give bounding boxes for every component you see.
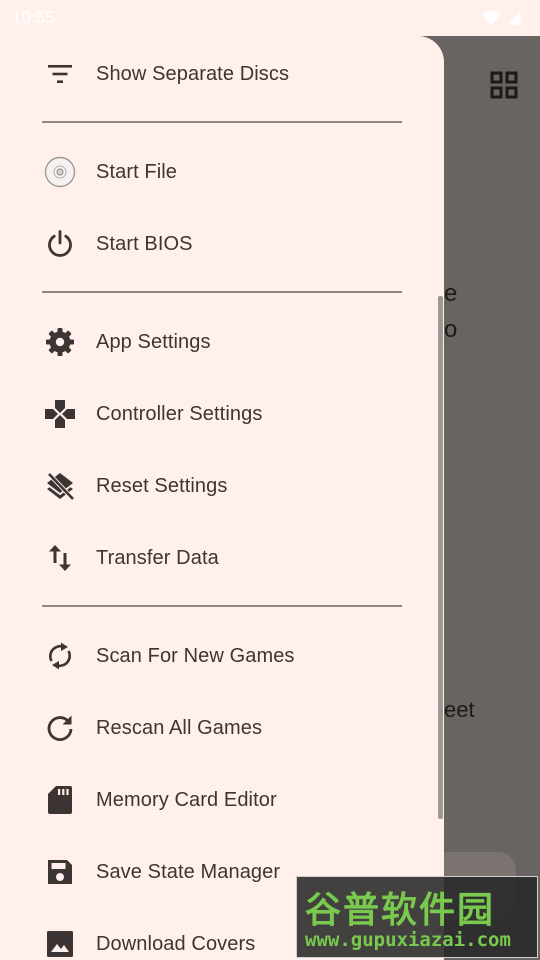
status-icons [480, 8, 522, 28]
navigation-drawer: Show Separate Discs Start File Start BIO… [0, 36, 444, 960]
menu-item-label: Controller Settings [96, 402, 263, 425]
menu-item-app-settings[interactable]: App Settings [0, 306, 444, 378]
power-icon [44, 228, 76, 260]
save-icon [44, 856, 76, 888]
watermark-logo: 谷普软件园 www.gupuxiazai.com [296, 876, 538, 958]
menu-item-label: Start BIOS [96, 232, 193, 255]
menu-item-transfer-data[interactable]: Transfer Data [0, 522, 444, 594]
menu-item-rescan-all-games[interactable]: Rescan All Games [0, 692, 444, 764]
menu-item-memory-card-editor[interactable]: Memory Card Editor [0, 764, 444, 836]
menu-item-label: Reset Settings [96, 474, 228, 497]
gamepad-icon [44, 398, 76, 430]
menu-item-start-bios[interactable]: Start BIOS [0, 208, 444, 280]
divider [42, 605, 402, 607]
filter-list-icon [44, 58, 76, 90]
swap-vertical-icon [44, 542, 76, 574]
menu-item-scan-for-new-games[interactable]: Scan For New Games [0, 620, 444, 692]
watermark-brand: 谷普软件园 [305, 890, 496, 931]
status-time: 10:55 [12, 8, 55, 27]
sd-card-icon [44, 784, 76, 816]
menu-item-label: Start File [96, 160, 178, 183]
menu-item-reset-settings[interactable]: Reset Settings [0, 450, 444, 522]
gear-icon [44, 326, 76, 358]
image-icon [44, 928, 76, 960]
background-partial-text: o [444, 316, 458, 343]
menu-item-controller-settings[interactable]: Controller Settings [0, 378, 444, 450]
background-partial-text: eet [444, 697, 475, 722]
menu-item-start-file[interactable]: Start File [0, 136, 444, 208]
drawer-scrollbar[interactable] [438, 296, 443, 819]
status-bar: 10:55 [0, 0, 540, 36]
divider [42, 121, 402, 123]
divider [42, 291, 402, 293]
watermark-url: www.gupuxiazai.com [305, 929, 511, 951]
menu-item-label: App Settings [96, 330, 211, 353]
cell-signal-icon [507, 11, 521, 25]
menu-item-label: Rescan All Games [96, 716, 263, 739]
refresh-icon [44, 712, 76, 744]
disc-icon [44, 156, 76, 188]
background-partial-text: e [444, 280, 458, 307]
layers-clear-icon [44, 470, 76, 502]
menu-item-label: Save State Manager [96, 860, 281, 883]
wifi-icon [480, 10, 501, 26]
menu-item-label: Scan For New Games [96, 644, 295, 667]
menu-item-label: Memory Card Editor [96, 788, 277, 811]
sync-icon [44, 640, 76, 672]
menu-item-label: Show Separate Discs [96, 62, 290, 85]
menu-item-label: Download Covers [96, 932, 256, 955]
grid-view-icon[interactable] [489, 70, 519, 100]
menu-item-label: Transfer Data [96, 546, 219, 569]
menu-item-show-separate-discs[interactable]: Show Separate Discs [0, 38, 444, 110]
